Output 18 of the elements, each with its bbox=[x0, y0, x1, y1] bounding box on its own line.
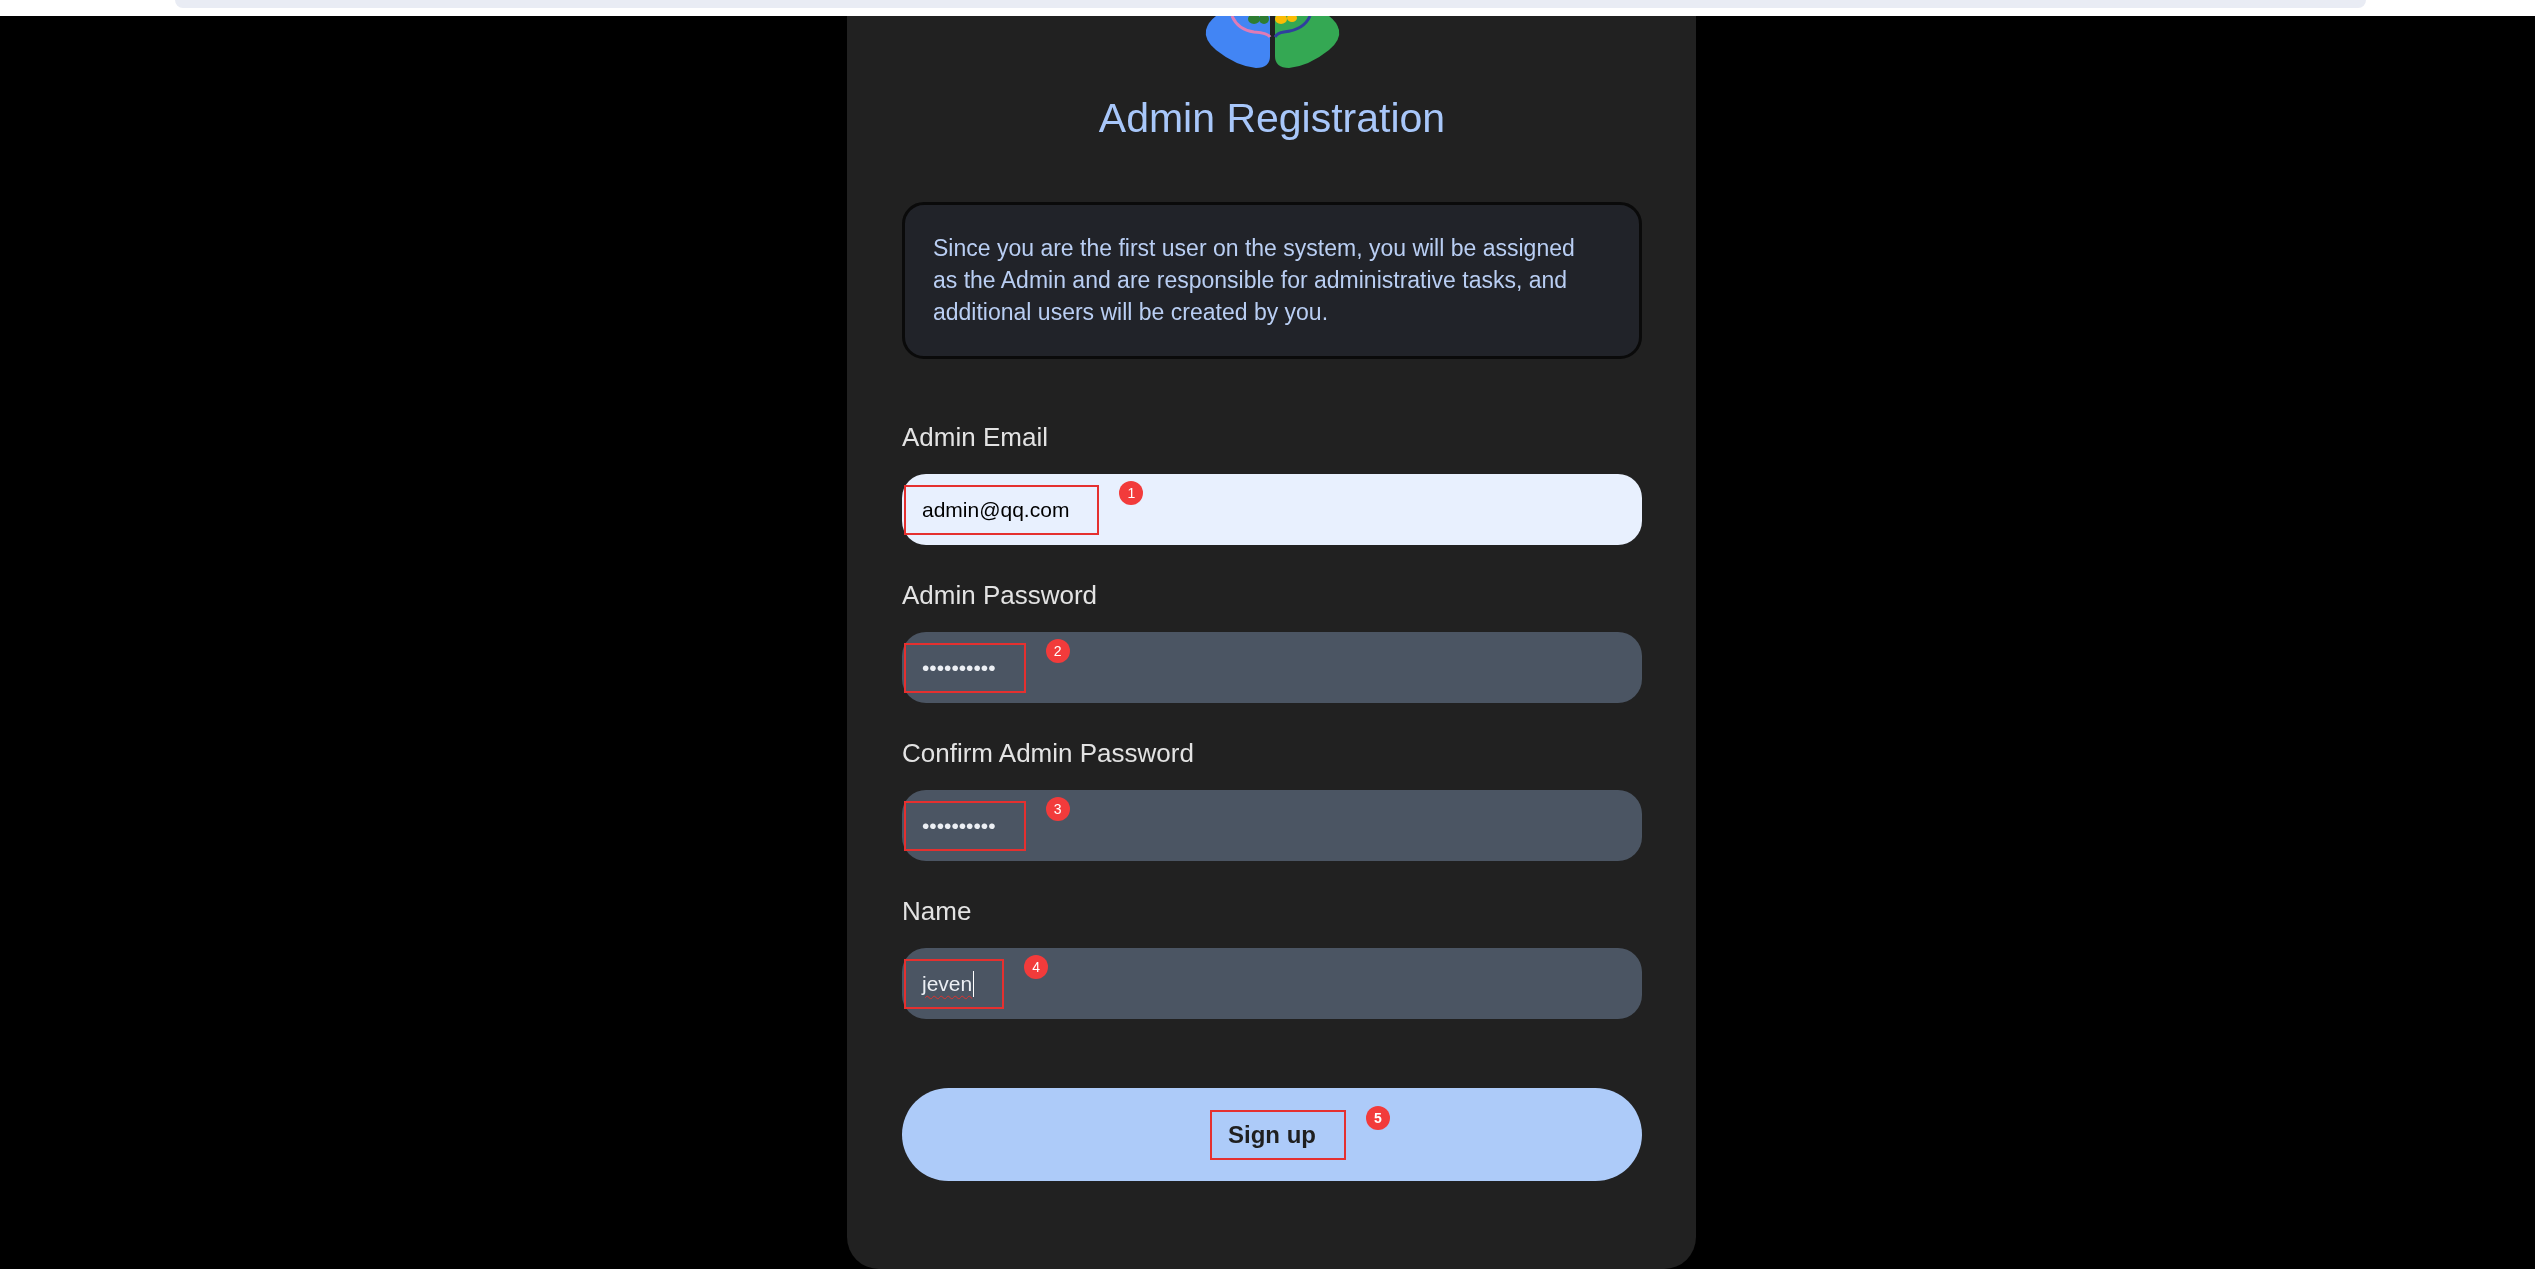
sign-up-button[interactable]: Sign up 5 bbox=[902, 1088, 1642, 1181]
field-label: Admin Email bbox=[902, 422, 1048, 452]
field-label: Admin Password bbox=[902, 580, 1098, 610]
confirm-password-field[interactable]: •••••••••• 3 bbox=[902, 790, 1642, 861]
step-number-badge: 3 bbox=[1045, 796, 1070, 821]
page-title: Admin Registration bbox=[1098, 94, 1446, 142]
name-field[interactable]: jeven 4 bbox=[902, 948, 1642, 1019]
field-label: Confirm Admin Password bbox=[902, 738, 1194, 768]
step-number-badge: 5 bbox=[1366, 1105, 1390, 1130]
step-number-badge: 1 bbox=[1119, 480, 1144, 505]
email-field[interactable]: admin@qq.com 1 bbox=[902, 474, 1642, 545]
info-message: Since you are the first user on the system, you will be assigned as the Admin and are responsible for administrative tasks, and additional users will be created by you. bbox=[902, 202, 1642, 359]
text-cursor-icon bbox=[973, 970, 975, 997]
step-number-badge: 2 bbox=[1045, 638, 1070, 663]
field-label: Name bbox=[902, 896, 972, 926]
password-field[interactable]: •••••••••• 2 bbox=[902, 632, 1642, 703]
step-number-badge: 4 bbox=[1024, 954, 1049, 979]
logo-icon bbox=[1203, 16, 1341, 68]
